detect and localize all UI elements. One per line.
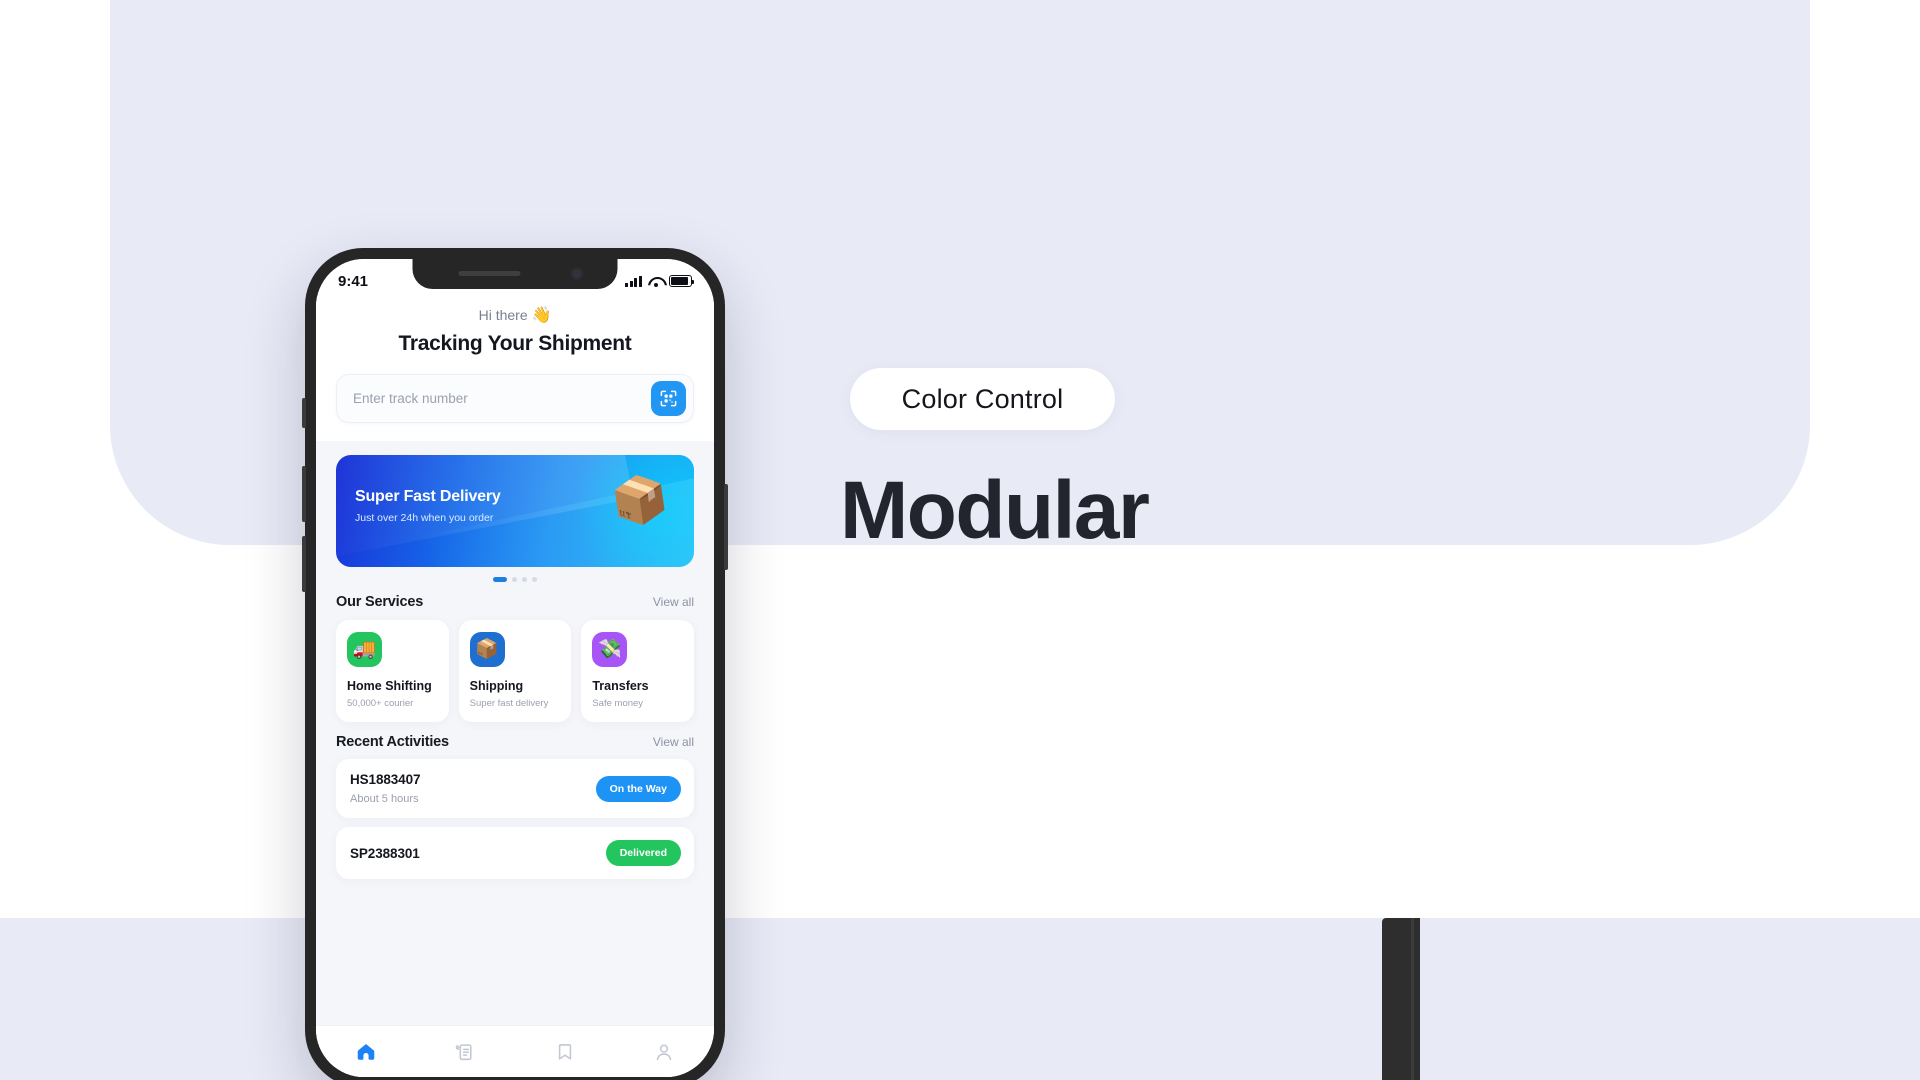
track-number-search-row[interactable] <box>336 374 694 423</box>
activities-section-title: Recent Activities <box>336 734 449 750</box>
banner-dot-4[interactable] <box>532 577 537 582</box>
wifi-icon <box>648 276 663 288</box>
service-name: Home Shifting <box>347 679 432 693</box>
activities-list: HS1883407 About 5 hours On the Way SP238… <box>316 750 714 879</box>
activity-row[interactable]: HS1883407 About 5 hours On the Way <box>336 759 694 818</box>
activity-time: About 5 hours <box>350 793 419 805</box>
service-card-transfers[interactable]: 💸 Transfers Safe money <box>581 620 695 722</box>
app-content: Hi there 👋 Tracking Your Shipment Enter … <box>316 295 714 1077</box>
bookmark-icon <box>558 1043 571 1060</box>
app-tab-bar <box>316 1025 714 1077</box>
phone-screen: 9:41 Hi there 👋 Tracking Your Shipment E… <box>316 259 714 1077</box>
promo-banner-area: Super Fast Delivery Just over 24h when y… <box>316 441 714 582</box>
app-header-area: Hi there 👋 Tracking Your Shipment <box>316 295 714 441</box>
phone-mute-switch <box>302 398 306 428</box>
tab-orders[interactable] <box>443 1035 487 1069</box>
qr-scan-button[interactable] <box>651 381 686 416</box>
front-camera-icon <box>572 269 582 278</box>
banner-pagination-dots[interactable] <box>336 567 694 582</box>
color-control-pill-label: Color Control <box>901 383 1064 414</box>
banner-subtitle: Just over 24h when you order <box>355 512 494 524</box>
promo-banner[interactable]: Super Fast Delivery Just over 24h when y… <box>336 455 694 567</box>
cellular-bars-icon <box>625 275 642 287</box>
banner-dot-2[interactable] <box>512 577 517 582</box>
tab-home[interactable] <box>344 1035 388 1069</box>
activity-tracking-id: SP2388301 <box>350 845 420 861</box>
bottom-tab-strip: ht Temperature Humidity <box>0 960 1920 1080</box>
profile-person-icon <box>656 1043 672 1060</box>
waving-hand-icon: 👋 <box>531 307 552 324</box>
activity-tracking-id: HS1883407 <box>350 772 421 787</box>
services-section-title: Our Services <box>336 594 424 610</box>
service-subtitle: 50,000+ courier <box>347 698 414 709</box>
services-view-all-link[interactable]: View all <box>653 595 694 609</box>
phone-volume-down-button <box>302 536 306 592</box>
banner-dot-1[interactable] <box>493 577 507 582</box>
track-number-input[interactable] <box>353 391 651 406</box>
activities-view-all-link[interactable]: View all <box>653 735 694 749</box>
battery-icon <box>669 275 695 287</box>
phone-notch <box>412 259 618 289</box>
earpiece-speaker-icon <box>458 271 521 276</box>
status-badge: Delivered <box>605 840 681 866</box>
qr-scan-icon <box>660 390 677 407</box>
activities-section-header: Recent Activities View all <box>316 722 714 750</box>
screenshot-stage: Color Control Modular ht Temperature Hum… <box>0 0 1920 1080</box>
activity-info: SP2388301 <box>350 846 420 861</box>
color-control-pill[interactable]: Color Control <box>850 368 1115 430</box>
service-card-home-shifting[interactable]: 🚚 Home Shifting 50,000+ courier <box>336 620 449 722</box>
services-list: 🚚 Home Shifting 50,000+ courier 📦 Shippi… <box>316 610 714 722</box>
greeting-text: Hi there <box>478 307 528 323</box>
status-bar-time: 9:41 <box>338 272 369 290</box>
phone-mockup: 9:41 Hi there 👋 Tracking Your Shipment E… <box>302 248 728 1080</box>
service-name: Shipping <box>469 679 524 693</box>
service-subtitle: Safe money <box>592 698 644 709</box>
banner-text-block: Super Fast Delivery Just over 24h when y… <box>355 488 501 524</box>
services-section-header: Our Services View all <box>316 582 714 610</box>
modular-headline: Modular <box>840 465 1150 556</box>
orders-document-icon <box>455 1043 472 1060</box>
package-box-icon: 📦 <box>469 632 505 667</box>
tab-bookmarks[interactable] <box>543 1035 587 1069</box>
tab-profile[interactable] <box>642 1035 686 1069</box>
banner-title: Super Fast Delivery <box>355 488 501 505</box>
parcel-box-icon: 📦 <box>607 470 672 530</box>
banner-dot-3[interactable] <box>522 577 527 582</box>
service-card-shipping[interactable]: 📦 Shipping Super fast delivery <box>458 620 572 722</box>
status-badge: On the Way <box>595 775 681 802</box>
activity-info: HS1883407 About 5 hours <box>350 772 421 805</box>
greeting-row: Hi there 👋 <box>336 305 694 325</box>
money-with-wings-icon: 💸 <box>592 632 628 667</box>
home-icon <box>357 1043 374 1060</box>
page-title: Tracking Your Shipment <box>398 332 632 355</box>
status-bar-indicators <box>625 275 695 288</box>
phone-power-button <box>724 484 728 570</box>
service-subtitle: Super fast delivery <box>469 698 549 709</box>
activity-row[interactable]: SP2388301 Delivered <box>336 827 694 879</box>
phone-volume-up-button <box>302 466 306 522</box>
delivery-truck-icon: 🚚 <box>347 632 382 667</box>
service-name: Transfers <box>592 679 649 693</box>
